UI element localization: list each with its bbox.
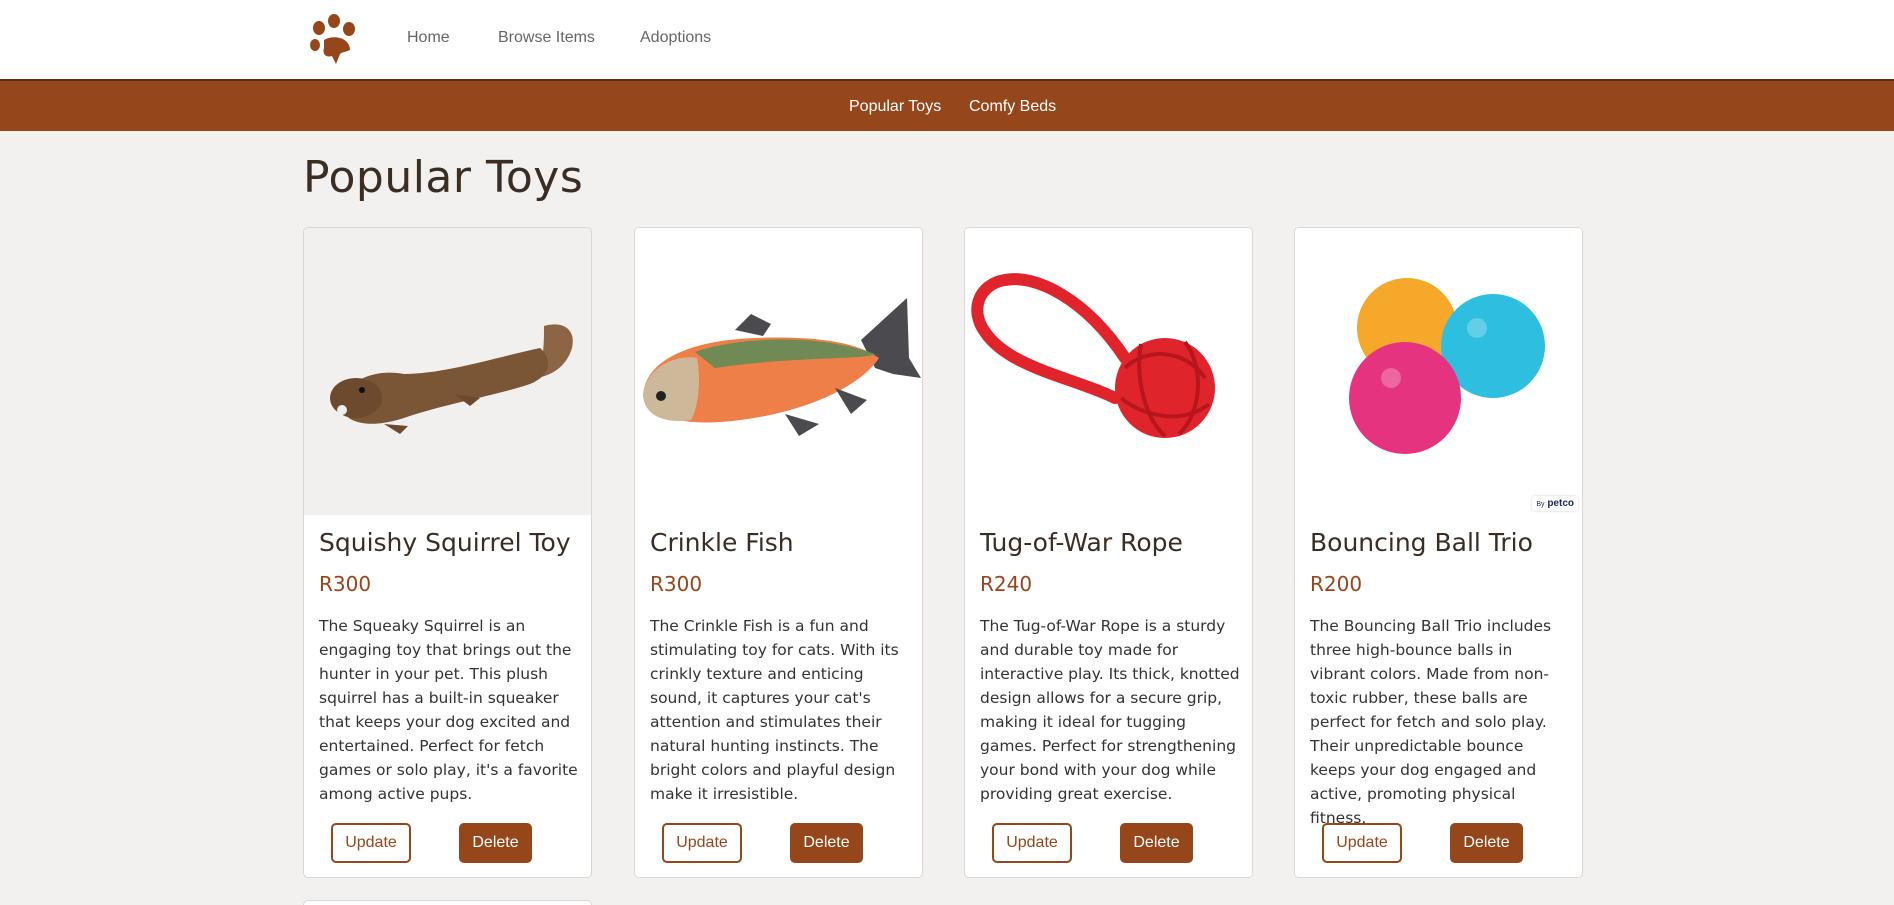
product-description: The Tug-of-War Rope is a sturdy and dura… [980, 617, 1240, 803]
category-subnav: Popular Toys Comfy Beds [0, 79, 1894, 131]
fish-toy-image [635, 228, 922, 515]
subnav-comfy-beds-link[interactable]: Comfy Beds [969, 98, 1056, 116]
delete-button[interactable]: Delete [1120, 823, 1193, 863]
update-button[interactable]: Update [992, 823, 1072, 863]
product-description: The Bouncing Ball Trio includes three hi… [1310, 617, 1552, 827]
paw-icon[interactable] [306, 12, 362, 68]
product-name: Squishy Squirrel Toy [319, 528, 571, 557]
squirrel-toy-image [304, 228, 591, 515]
nav-browse-items-link[interactable]: Browse Items [498, 29, 595, 47]
rope-toy-image [965, 228, 1252, 515]
top-navbar: Home Browse Items Adoptions [0, 0, 1894, 80]
update-button[interactable]: Update [1322, 823, 1402, 863]
balls-toy-image: By petco [1295, 228, 1582, 515]
page-title: Popular Toys [303, 152, 584, 203]
product-card: Crinkle Fish R300 The Crinkle Fish is a … [634, 227, 923, 878]
next-row-card [303, 900, 592, 905]
update-button[interactable]: Update [331, 823, 411, 863]
product-card: Squishy Squirrel Toy R300 The Squeaky Sq… [303, 227, 592, 878]
product-price: R300 [650, 572, 703, 596]
delete-button[interactable]: Delete [1450, 823, 1523, 863]
product-price: R240 [980, 572, 1033, 596]
nav-adoptions-link[interactable]: Adoptions [640, 29, 711, 47]
product-name: Tug-of-War Rope [980, 528, 1183, 557]
product-description: The Crinkle Fish is a fun and stimulatin… [650, 617, 899, 803]
nav-home-link[interactable]: Home [407, 29, 450, 47]
product-price: R300 [319, 572, 372, 596]
delete-button[interactable]: Delete [790, 823, 863, 863]
product-description: The Squeaky Squirrel is an engaging toy … [319, 617, 578, 803]
delete-button[interactable]: Delete [459, 823, 532, 863]
product-card: Tug-of-War Rope R240 The Tug-of-War Rope… [964, 227, 1253, 878]
product-name: Bouncing Ball Trio [1310, 528, 1533, 557]
product-card: By petco Bouncing Ball Trio R200 The Bou… [1294, 227, 1583, 878]
subnav-popular-toys-link[interactable]: Popular Toys [849, 98, 941, 116]
product-price: R200 [1310, 572, 1363, 596]
product-name: Crinkle Fish [650, 528, 794, 557]
petco-watermark: By petco [1532, 496, 1578, 511]
update-button[interactable]: Update [662, 823, 742, 863]
